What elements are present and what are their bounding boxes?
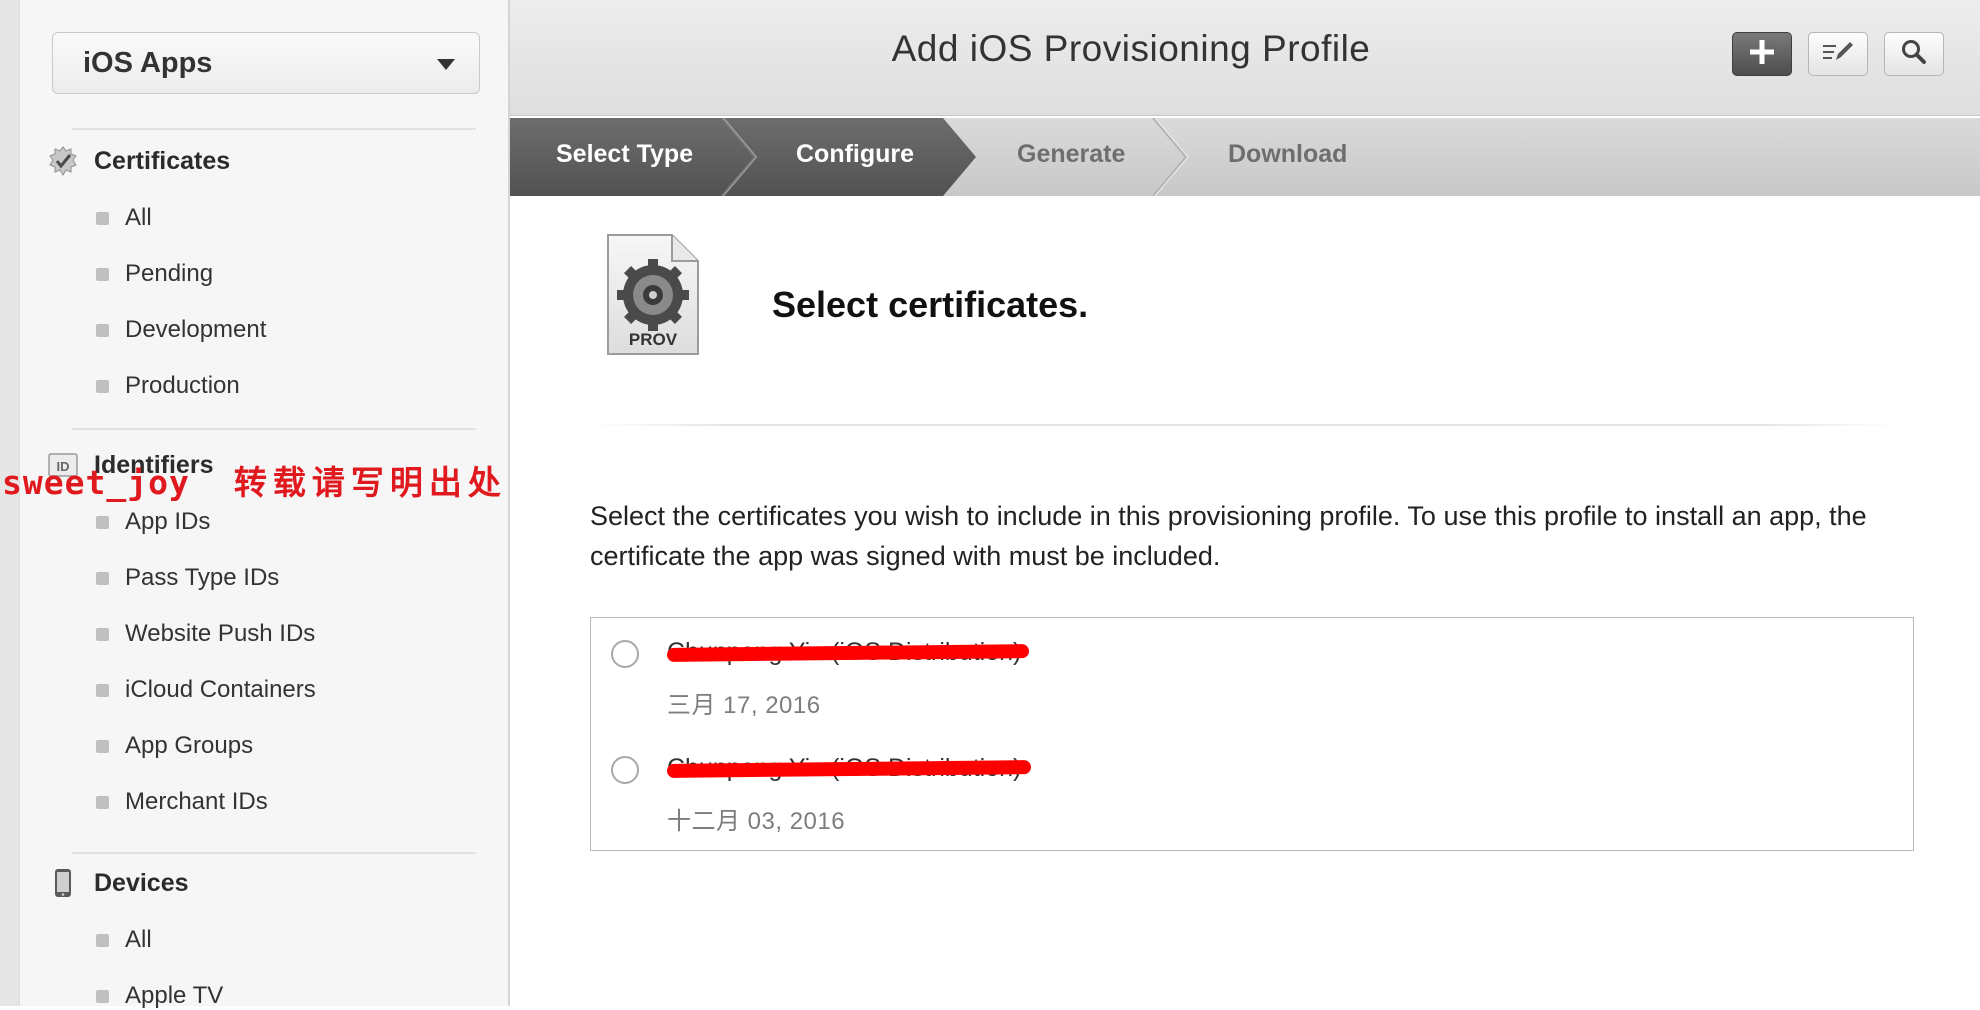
sidebar-item-label: Website Push IDs bbox=[125, 620, 316, 647]
sidebar-item-app-ids[interactable]: App IDs bbox=[96, 508, 210, 536]
step-generate: Generate bbox=[1017, 140, 1126, 168]
bullet-icon bbox=[96, 989, 109, 1003]
plus-icon bbox=[1747, 37, 1777, 72]
sidebar-item-label: iCloud Containers bbox=[125, 676, 316, 703]
provisioning-profile-icon: PROV bbox=[604, 232, 702, 363]
search-icon bbox=[1900, 38, 1928, 71]
edit-button[interactable] bbox=[1808, 32, 1868, 76]
certificate-radio[interactable] bbox=[611, 756, 639, 784]
sidebar-item-website-push-ids[interactable]: Website Push IDs bbox=[96, 620, 315, 648]
bullet-icon bbox=[96, 323, 109, 337]
bullet-icon bbox=[96, 379, 109, 393]
bullet-icon bbox=[96, 267, 109, 281]
sidebar-item-label: App IDs bbox=[125, 508, 211, 535]
bullet-icon bbox=[96, 211, 109, 225]
sidebar-item-merchant-ids[interactable]: Merchant IDs bbox=[96, 788, 268, 816]
sidebar-item-label: All bbox=[125, 204, 152, 231]
certificate-list: Chunpeng Yin (iOS Distribution) 三月 17, 2… bbox=[590, 617, 1914, 851]
sidebar-divider bbox=[72, 852, 476, 854]
sidebar-item-devices-all[interactable]: All bbox=[96, 926, 152, 954]
certificate-badge-icon bbox=[48, 146, 78, 176]
bullet-icon bbox=[96, 739, 109, 753]
bullet-icon bbox=[96, 515, 109, 529]
certificate-date: 三月 17, 2016 bbox=[667, 692, 821, 719]
sidebar-item-label: Merchant IDs bbox=[125, 788, 268, 815]
sidebar-item-certificates-all[interactable]: All bbox=[96, 204, 152, 232]
sidebar-item-certificates-pending[interactable]: Pending bbox=[96, 260, 213, 288]
sidebar-section-title: Certificates bbox=[94, 146, 231, 175]
device-phone-icon bbox=[48, 868, 78, 898]
sidebar-section-certificates[interactable]: Certificates bbox=[48, 146, 230, 176]
search-button[interactable] bbox=[1884, 32, 1944, 76]
chevron-down-icon bbox=[437, 59, 455, 70]
section-heading: Select certificates. bbox=[772, 284, 1089, 325]
platform-select[interactable]: iOS Apps bbox=[52, 32, 480, 94]
bullet-icon bbox=[96, 933, 109, 947]
step-select-type: Select Type bbox=[556, 140, 694, 168]
sidebar-item-icloud-containers[interactable]: iCloud Containers bbox=[96, 676, 316, 704]
add-button[interactable] bbox=[1732, 32, 1792, 76]
sidebar-item-certificates-production[interactable]: Production bbox=[96, 372, 240, 400]
sidebar-item-label: Pass Type IDs bbox=[125, 564, 280, 591]
sidebar-section-devices[interactable]: Devices bbox=[48, 868, 189, 898]
sidebar-item-app-groups[interactable]: App Groups bbox=[96, 732, 253, 760]
watermark-overlay: sweet_joy 转载请写明出处 bbox=[2, 456, 507, 504]
instructions-text: Select the certificates you wish to incl… bbox=[590, 501, 1867, 571]
sidebar-section-title: Devices bbox=[94, 868, 189, 897]
sidebar-item-label: All bbox=[125, 926, 152, 953]
certificate-option[interactable]: Chunpeng Yin (iOS Distribution) 十二月 03, … bbox=[591, 734, 1913, 844]
sidebar-item-pass-type-ids[interactable]: Pass Type IDs bbox=[96, 564, 279, 592]
watermark-name: sweet_joy bbox=[2, 463, 190, 502]
edit-icon bbox=[1820, 38, 1856, 71]
page-title: Add iOS Provisioning Profile bbox=[891, 28, 1371, 69]
sidebar-item-label: App Groups bbox=[125, 732, 254, 759]
certificate-radio[interactable] bbox=[611, 640, 639, 668]
bullet-icon bbox=[96, 571, 109, 585]
sidebar-divider bbox=[72, 428, 476, 430]
svg-text:PROV: PROV bbox=[629, 330, 678, 349]
step-configure: Configure bbox=[796, 140, 915, 168]
bullet-icon bbox=[96, 795, 109, 809]
watermark-note: 转载请写明出处 bbox=[233, 463, 507, 502]
bullet-icon bbox=[96, 683, 109, 697]
platform-select-value: iOS Apps bbox=[83, 46, 213, 79]
sidebar-item-certificates-development[interactable]: Development bbox=[96, 316, 266, 344]
sidebar-item-label: Development bbox=[125, 316, 267, 343]
header-bar: Add iOS Provisioning Profile bbox=[510, 0, 1980, 116]
content-divider bbox=[590, 424, 1900, 426]
wizard-steps: Select Type Configure Generate Download bbox=[510, 118, 1980, 196]
certificate-date: 十二月 03, 2016 bbox=[667, 808, 846, 835]
sidebar-item-label: Pending bbox=[125, 260, 214, 287]
sidebar-divider bbox=[72, 128, 476, 130]
step-download: Download bbox=[1228, 140, 1348, 168]
bullet-icon bbox=[96, 627, 109, 641]
certificate-option[interactable]: Chunpeng Yin (iOS Distribution) 三月 17, 2… bbox=[591, 618, 1913, 728]
sidebar-item-label: Production bbox=[125, 372, 240, 399]
